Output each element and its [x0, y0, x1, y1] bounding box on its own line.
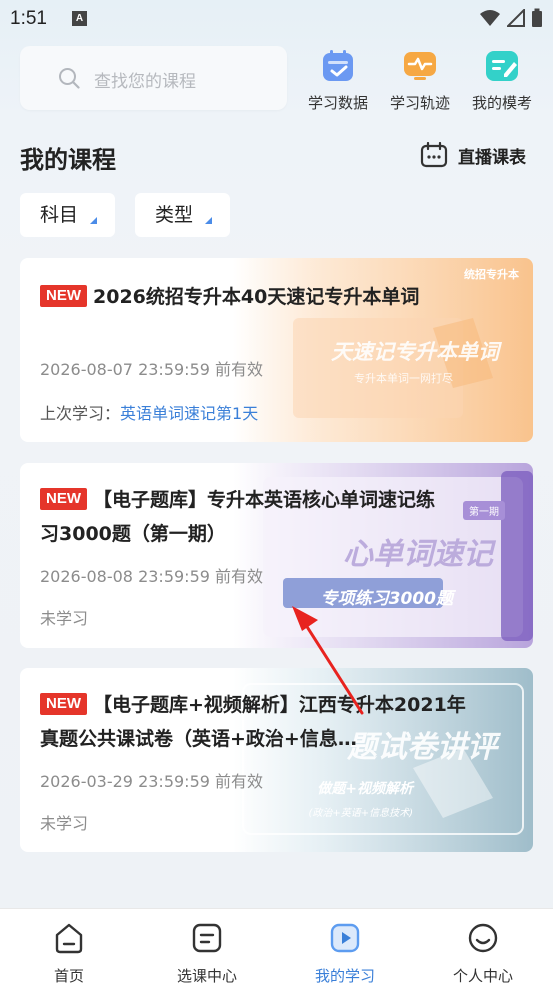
page-title: 我的课程 — [20, 146, 116, 174]
cover-tag: 第一期 — [463, 501, 505, 520]
tab-course-center[interactable]: 选课中心 — [152, 921, 262, 984]
calendar-icon — [420, 142, 448, 168]
smile-icon — [468, 923, 498, 953]
filter-subject-label: 科目 — [40, 204, 79, 226]
last-study-label: 上次学习： — [40, 404, 121, 423]
search-icon — [59, 68, 80, 89]
quick-study-track[interactable]: 学习轨迹 — [382, 48, 458, 113]
monitor-wave-icon — [402, 48, 438, 84]
cover-subtext-2: (政治+英语+信息技术) — [308, 808, 413, 819]
status-bar: 1:51 A — [0, 0, 553, 38]
dropdown-triangle-icon — [205, 217, 212, 224]
battery-icon — [532, 8, 542, 27]
study-status: 未学习 — [40, 609, 89, 628]
course-expiry: 2026-08-07 23:59:59 前有效 — [40, 360, 264, 379]
course-title-text: 【电子题库+视频解析】江西专升本2021年真题公共课试卷（英语+政治+信息… — [40, 694, 466, 750]
list-icon — [192, 923, 222, 953]
cover-subtext: 做题+视频解析 — [317, 781, 413, 797]
course-title: NEW 【电子题库+视频解析】江西专升本2021年真题公共课试卷（英语+政治+信息… — [40, 688, 470, 756]
search-placeholder: 查找您的课程 — [94, 72, 196, 92]
filter-type[interactable]: 类型 — [135, 193, 230, 237]
new-badge: NEW — [40, 285, 87, 307]
cover-subtext: 专项练习3000题 — [320, 589, 453, 609]
dropdown-triangle-icon — [90, 217, 97, 224]
course-title-text: 2026统招专升本40天速记专升本单词 — [93, 286, 420, 308]
cover-text: 天速记专升本单词 — [331, 340, 499, 364]
tab-personal-center[interactable]: 个人中心 — [428, 921, 538, 984]
last-study: 上次学习：英语单词速记第1天 — [40, 400, 258, 424]
course-title: NEW 2026统招专升本40天速记专升本单词 — [40, 278, 480, 316]
cover-subtext: 专升本单词一网打尽 — [354, 372, 453, 385]
bottom-tab-bar: 首页 选课中心 我的学习 个人中心 — [0, 908, 553, 984]
tab-label: 我的学习 — [314, 967, 375, 984]
quick-my-mock-exam[interactable]: 我的模考 — [464, 48, 540, 113]
live-schedule-button[interactable]: 直播课表 — [420, 142, 526, 168]
filter-type-label: 类型 — [155, 204, 194, 226]
play-icon — [330, 923, 360, 953]
live-schedule-label: 直播课表 — [458, 147, 526, 168]
course-expiry: 2026-08-08 23:59:59 前有效 — [40, 567, 264, 586]
new-badge: NEW — [40, 488, 87, 510]
calendar-check-icon — [320, 48, 356, 84]
course-card[interactable]: 统招专升本 天速记专升本单词 专升本单词一网打尽 NEW 2026统招专升本40天… — [20, 258, 533, 442]
tab-label: 首页 — [53, 967, 84, 984]
course-card[interactable]: 题试卷讲评 做题+视频解析 (政治+英语+信息技术) NEW 【电子题库+视频解析… — [20, 668, 533, 852]
new-badge: NEW — [40, 693, 87, 715]
edit-note-icon — [484, 48, 520, 84]
signal-icon — [507, 9, 525, 27]
home-icon — [55, 923, 83, 954]
filter-subject[interactable]: 科目 — [20, 193, 115, 237]
wifi-icon — [480, 10, 500, 26]
search-input[interactable]: 查找您的课程 — [20, 46, 287, 110]
tab-label: 选课中心 — [176, 967, 237, 984]
last-study-link[interactable]: 英语单词速记第1天 — [120, 404, 258, 423]
quick-label: 我的模考 — [471, 94, 532, 112]
study-status: 未学习 — [40, 814, 89, 833]
quick-label: 学习轨迹 — [389, 94, 450, 112]
course-expiry: 2026-03-29 23:59:59 前有效 — [40, 772, 264, 791]
tab-home[interactable]: 首页 — [14, 921, 124, 984]
tab-my-study[interactable]: 我的学习 — [290, 921, 400, 984]
course-card[interactable]: 第一期 心单词速记 专项练习3000题 NEW 【电子题库】专升本英语核心单词速记… — [20, 463, 533, 648]
status-icons — [479, 8, 543, 28]
quick-label: 学习数据 — [307, 94, 368, 112]
course-title: NEW 【电子题库】专升本英语核心单词速记练习3000题（第一期） — [40, 483, 450, 551]
clock: 1:51 — [10, 8, 47, 29]
quick-study-data[interactable]: 学习数据 — [300, 48, 376, 113]
notification-a-icon: A — [72, 11, 87, 26]
tab-label: 个人中心 — [452, 967, 513, 984]
course-title-text: 【电子题库】专升本英语核心单词速记练习3000题（第一期） — [40, 489, 436, 545]
